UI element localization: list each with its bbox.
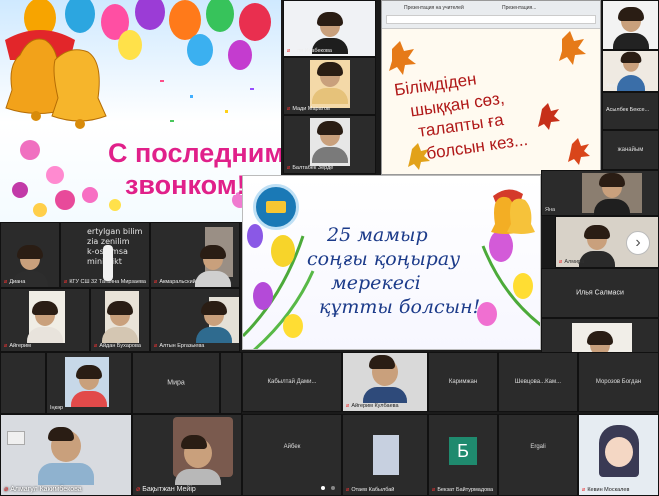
video-tile[interactable]: Б ⌀ Бекзат Байтурмадова (428, 414, 498, 496)
mic-off-icon: ⌀ (4, 343, 8, 349)
card-line3: мерекесі (331, 272, 421, 294)
browser-tab[interactable]: Презентация на учителей (404, 5, 464, 11)
name-tile[interactable]: Айбек (242, 414, 342, 496)
name-tile[interactable]: Шевцова...Кам... (498, 352, 578, 412)
whiteboard-text: ertylgan bilim (87, 227, 143, 236)
shared-screen[interactable]: Презентация на учителей Презентация... Б… (381, 0, 601, 175)
video-tile[interactable]: ⌀ Бақытжан Мейір (132, 414, 242, 496)
participant-name: жанайым (617, 147, 644, 153)
video-tile[interactable]: ⌀ Кевин Москалев (578, 414, 659, 496)
participant-name: Алмира (564, 259, 585, 265)
video-tile[interactable]: ⌀ Айгерим Кулбаева (342, 352, 428, 412)
participant-name: Кевин Москалев (587, 487, 630, 493)
participant-name: Отаев Кабылбай (351, 487, 395, 493)
participant-name: КГУ СШ 32 Татьяна Мирзаева (69, 279, 146, 285)
video-tile[interactable] (0, 352, 46, 414)
participant-name: Ergali (530, 444, 546, 450)
participant-name: Балтабек Зерде (292, 165, 334, 171)
participant-name: Алмагул Какимбекова (10, 486, 82, 493)
participant-name: Илья Салмаси (576, 289, 624, 297)
card-line2: соңғы қоңырау (307, 248, 461, 270)
mic-off-icon: ⌀ (4, 486, 9, 493)
name-tile[interactable]: Мира (132, 352, 220, 414)
participant-name: Бекзат Байтурмадова (437, 487, 494, 493)
participant-name: Морозов Богдан (595, 379, 642, 385)
video-tile[interactable]: ⌀ Алтын Ергазыева (150, 288, 240, 352)
video-tile[interactable]: Яна (541, 170, 659, 216)
mic-off-icon: ⌀ (94, 343, 98, 349)
participant-name: Мира (167, 379, 185, 387)
mic-off-icon: ⌀ (582, 487, 586, 493)
name-tile[interactable]: Асылбек Бексе... (602, 92, 659, 130)
banner-last-bell: С последним звонком! (0, 0, 281, 222)
whiteboard-text: mini dikt (87, 257, 122, 266)
browser-toolbar: Презентация на учителей Презентация... (382, 1, 600, 29)
video-tile[interactable]: ⌀ Айгерим (0, 288, 90, 352)
participant-name: Диана (9, 279, 26, 285)
avatar: Б (449, 437, 477, 465)
whiteboard-text: ziа zenilim (87, 237, 130, 246)
participant-name: Каримжан (448, 379, 478, 385)
pagination-dots[interactable] (321, 477, 336, 495)
chevron-right-icon: › (635, 234, 641, 251)
video-tile[interactable]: ⌀ Диана (0, 222, 60, 288)
participant-name: Бақытжан Мейір (142, 486, 196, 493)
participant-name: Айгерим Кулбаева (351, 403, 399, 409)
card-line1: 25 мамыр (327, 224, 428, 246)
mic-off-icon: ⌀ (287, 106, 291, 112)
video-tile[interactable]: Ана (602, 50, 659, 92)
participant-name: Акмаральский (159, 279, 196, 285)
banner-title-line1: С последним (108, 138, 281, 168)
video-tile[interactable]: › ⌀ Алмира (555, 216, 659, 268)
mic-off-icon: ⌀ (287, 165, 291, 171)
bell-icon (5, 30, 107, 129)
name-tile[interactable]: жанайым (602, 130, 659, 170)
banner-title-line2: звонком! (125, 170, 246, 200)
video-tile[interactable]: ⌀ Отаев Кабылбай (342, 414, 428, 496)
name-tile[interactable]: Каримжан (428, 352, 498, 412)
video-tile[interactable]: ⌀ ...ля Исабекова (283, 0, 376, 57)
participant-name: Кабылтай Дами... (267, 379, 317, 385)
video-tile[interactable]: ⌀ Алмагул Какимбекова (0, 414, 132, 496)
video-tile[interactable]: Іңкәр (46, 352, 132, 414)
participant-name: Алтын Ергазыева (159, 343, 205, 349)
participant-name: ...ля Исабекова (292, 48, 332, 54)
mic-off-icon: ⌀ (64, 279, 68, 285)
participant-name: Айгерим (9, 343, 31, 349)
video-tile[interactable]: ⌀ Айдан Бухарова (90, 288, 150, 352)
participant-name: Айдан Бухарова (99, 343, 141, 349)
mic-off-icon: ⌀ (136, 486, 141, 493)
name-tile[interactable]: Кабылтай Дами... (242, 352, 342, 412)
mic-off-icon: ⌀ (432, 487, 436, 493)
browser-tab[interactable]: Презентация... (502, 5, 536, 11)
video-tile[interactable]: ertylgan bilim ziа zenilim k-oshimsa min… (60, 222, 150, 288)
whiteboard-text: k-oshimsa (87, 247, 142, 257)
mic-off-icon: ⌀ (154, 343, 158, 349)
mic-off-icon: ⌀ (559, 259, 563, 265)
participant-name: Шевцова...Кам... (514, 379, 562, 385)
participant-name: Ана (606, 83, 616, 89)
bell-icon (491, 189, 535, 234)
mic-off-icon: ⌀ (287, 48, 291, 54)
name-tile[interactable]: Ergali (498, 414, 578, 496)
video-tile[interactable] (220, 352, 242, 414)
mic-off-icon: ⌀ (346, 403, 350, 409)
next-page-button[interactable]: › (626, 231, 650, 255)
participant-name: Айбек (283, 444, 301, 450)
video-tile[interactable]: ⌀ Акмаральский (150, 222, 240, 288)
greeting-card: 25 мамыр соңғы қоңырау мерекесі құтты бо… (242, 175, 541, 350)
mic-off-icon: ⌀ (4, 279, 8, 285)
mic-off-icon: ⌀ (154, 279, 158, 285)
name-tile[interactable]: Илья Салмаси (541, 268, 659, 318)
participant-name: Мади Маратов (292, 106, 330, 112)
school-emblem (253, 184, 299, 230)
participant-name: Асылбек Бексе... (606, 107, 650, 113)
video-tile[interactable] (602, 0, 659, 50)
card-line4: құтты болсын! (319, 296, 481, 318)
name-tile[interactable]: Морозов Богдан (578, 352, 659, 412)
video-tile[interactable]: ⌀ Балтабек Зерде (283, 115, 376, 174)
mic-off-icon: ⌀ (346, 487, 350, 493)
video-tile[interactable]: ⌀ Мади Маратов (283, 57, 376, 115)
